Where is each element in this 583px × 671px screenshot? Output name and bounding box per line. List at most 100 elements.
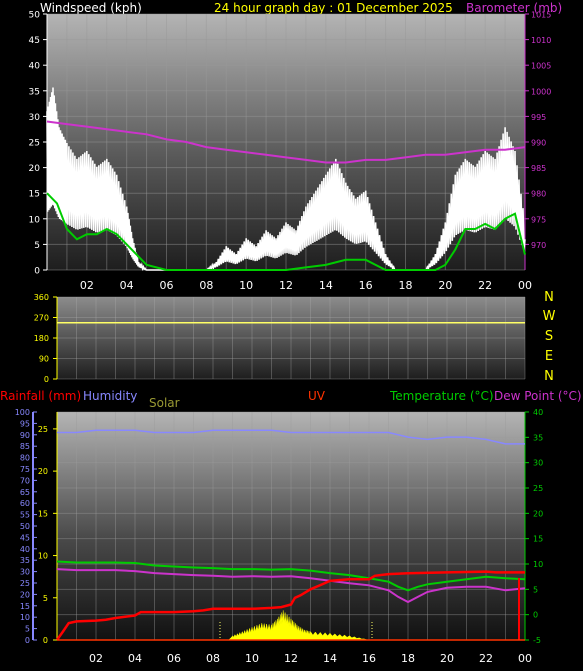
temp-x-tick-label: 00 — [518, 652, 532, 665]
wind-tick-label: 10 — [29, 215, 41, 225]
barometer-tick-label: 975 — [531, 215, 546, 224]
wind-x-tick-label: 16 — [359, 279, 373, 292]
temperature-tick-label: 30 — [533, 459, 543, 468]
rain-tick-label: 15 — [38, 509, 48, 518]
temp-x-tick-label: 10 — [245, 652, 259, 665]
humidity-tick-label: 0 — [25, 636, 30, 645]
humidity-tick-label: 30 — [20, 568, 30, 577]
humidity-tick-label: 5 — [25, 625, 30, 634]
wind-tick-label: 50 — [29, 11, 41, 21]
wind-tick-label: 20 — [29, 164, 41, 174]
direction-tick-label: 90 — [39, 355, 49, 364]
barometer-tick-label: 1000 — [531, 87, 551, 96]
humidity-tick-label: 90 — [20, 431, 30, 440]
humidity-tick-label: 70 — [20, 476, 30, 485]
humidity-tick-label: 25 — [20, 579, 30, 588]
humidity-tick-label: 10 — [20, 613, 30, 622]
direction-tick-label: 270 — [34, 314, 49, 323]
compass-label: N — [544, 369, 554, 384]
barometer-tick-label: 995 — [531, 113, 546, 122]
temp-x-tick-label: 12 — [284, 652, 298, 665]
direction-tick-label: 180 — [34, 334, 49, 343]
rain-tick-label: 0 — [43, 636, 48, 645]
humidity-tick-label: 95 — [20, 419, 30, 428]
compass-label: E — [545, 349, 553, 364]
temperature-tick-label: 35 — [533, 433, 543, 442]
barometer-tick-label: 1015 — [531, 11, 551, 20]
humidity-tick-label: 40 — [20, 545, 30, 554]
compass-label: S — [545, 329, 553, 344]
barometer-tick-label: 980 — [531, 190, 546, 199]
barometer-tick-label: 1010 — [531, 36, 551, 45]
barometer-tick-label: 970 — [531, 241, 546, 250]
temp-x-tick-label: 02 — [89, 652, 103, 665]
compass-labels: NWSEN — [543, 290, 556, 384]
wind-tick-label: 30 — [29, 113, 41, 123]
humidity-tick-label: 20 — [20, 590, 30, 599]
humidity-tick-label: 50 — [20, 522, 30, 531]
temperature-humidity-panel: 0510152025303540455055606570758085909510… — [15, 408, 543, 665]
temperature-tick-label: 10 — [533, 560, 543, 569]
rain-axis-ticks: 0 5 10 15 20 25 — [38, 425, 57, 645]
temp-x-ticks: 02 04 06 08 10 12 14 16 18 20 22 00 — [89, 652, 532, 665]
wind-x-tick-label: 06 — [160, 279, 174, 292]
wind-x-ticks: 02 04 06 08 10 12 14 16 18 20 22 00 — [80, 279, 532, 292]
wind-tick-label: 40 — [29, 62, 41, 72]
wind-x-tick-label: 20 — [438, 279, 452, 292]
rain-tick-label: 25 — [38, 425, 48, 434]
rain-tick-label: 10 — [38, 552, 48, 561]
temp-x-tick-label: 18 — [401, 652, 415, 665]
direction-axis-ticks: 0 90 180 270 360 — [34, 293, 57, 384]
temp-x-tick-label: 06 — [167, 652, 181, 665]
wind-x-tick-label: 14 — [319, 279, 333, 292]
wind-x-tick-label: 12 — [279, 279, 293, 292]
humidity-tick-label: 55 — [20, 511, 30, 520]
wind-x-tick-label: 18 — [399, 279, 413, 292]
humidity-tick-label: 35 — [20, 556, 30, 565]
humidity-tick-label: 85 — [20, 442, 30, 451]
temperature-axis-ticks: -5 0 5 10 15 20 25 30 35 40 — [525, 408, 543, 645]
rain-tick-label: 5 — [43, 594, 48, 603]
temperature-tick-label: 40 — [533, 408, 543, 417]
temperature-tick-label: 0 — [533, 611, 538, 620]
humidity-tick-label: 75 — [20, 465, 30, 474]
temperature-tick-label: 15 — [533, 535, 543, 544]
temp-x-tick-label: 16 — [362, 652, 376, 665]
humidity-tick-label: 80 — [20, 454, 30, 463]
direction-tick-label: 0 — [44, 375, 49, 384]
wind-direction-panel: 090180270360 NWSEN — [34, 290, 556, 384]
direction-tick-label: 360 — [34, 293, 49, 302]
wind-tick-label: 5 — [34, 241, 40, 251]
humidity-tick-label: 45 — [20, 533, 30, 542]
rain-tick-label: 20 — [38, 467, 48, 476]
wind-tick-label: 35 — [29, 87, 40, 97]
temp-x-tick-label: 20 — [440, 652, 454, 665]
compass-label: W — [543, 309, 556, 324]
wind-barometer-panel: 05101520253035404550 9709759809859909951… — [29, 11, 552, 293]
barometer-tick-label: 1005 — [531, 62, 551, 71]
humidity-tick-label: 15 — [20, 602, 30, 611]
temp-x-tick-label: 08 — [206, 652, 220, 665]
wind-x-tick-label: 10 — [239, 279, 253, 292]
wind-x-tick-label: 08 — [199, 279, 213, 292]
compass-label: N — [544, 290, 554, 305]
humidity-tick-label: 60 — [20, 499, 30, 508]
temperature-tick-label: 25 — [533, 484, 543, 493]
humidity-tick-label: 100 — [15, 408, 30, 417]
temperature-tick-label: -5 — [533, 636, 541, 645]
wind-tick-label: 0 — [34, 267, 40, 277]
barometer-tick-label: 990 — [531, 139, 546, 148]
weather-charts: 05101520253035404550 9709759809859909951… — [15, 11, 556, 666]
temperature-tick-label: 20 — [533, 509, 543, 518]
wind-x-tick-label: 04 — [120, 279, 134, 292]
temperature-tick-label: 5 — [533, 585, 538, 594]
wind-tick-label: 15 — [29, 190, 40, 200]
temp-x-tick-label: 22 — [479, 652, 493, 665]
temp-x-tick-label: 04 — [128, 652, 142, 665]
wind-axis-ticks: 0 5 10 15 20 25 30 35 40 45 50 — [29, 11, 47, 277]
wind-tick-label: 25 — [29, 139, 40, 149]
humidity-tick-label: 65 — [20, 488, 30, 497]
barometer-tick-label: 985 — [531, 164, 546, 173]
barometer-axis-ticks: 970 975 980 985 990 995 1000 1005 1010 1015 — [525, 11, 551, 250]
wind-x-tick-label: 02 — [80, 279, 94, 292]
